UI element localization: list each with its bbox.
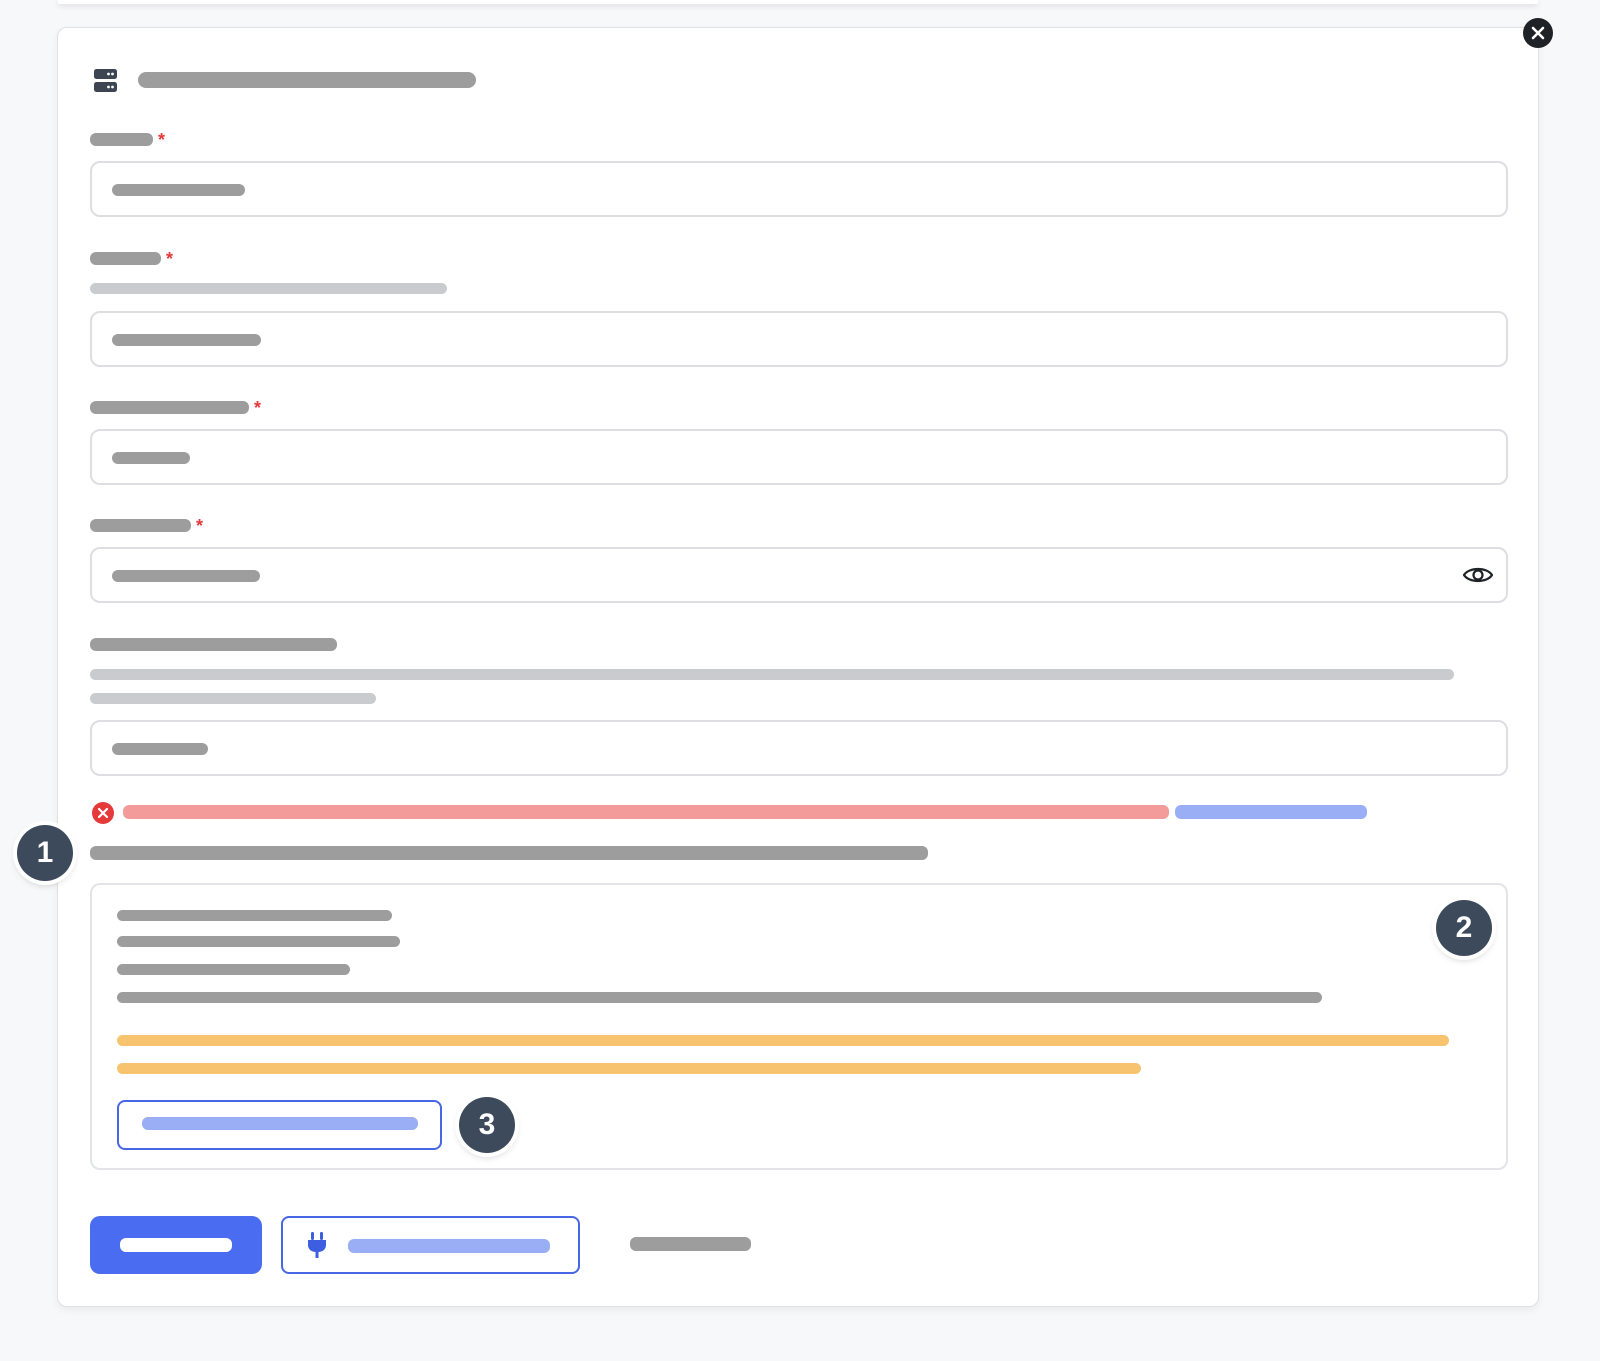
close-button[interactable] <box>1523 18 1553 48</box>
eye-icon[interactable] <box>1462 563 1494 587</box>
field-1-input[interactable] <box>90 161 1508 217</box>
warning-line-2 <box>117 1063 1141 1074</box>
required-marker: * <box>158 130 166 150</box>
field-4-label <box>90 519 191 532</box>
warning-line-1 <box>117 1035 1449 1046</box>
save-button-label <box>120 1238 232 1252</box>
field-3-input[interactable] <box>90 429 1508 485</box>
field-3-value <box>112 452 190 464</box>
annotation-marker-1: 1 <box>17 825 73 881</box>
field-2-input[interactable] <box>90 311 1508 367</box>
error-message-text <box>123 805 1169 819</box>
detail-line-2 <box>117 936 400 947</box>
field-5-label <box>90 638 337 651</box>
test-connection-button[interactable] <box>281 1216 580 1274</box>
save-button[interactable] <box>90 1216 262 1274</box>
required-marker: * <box>254 398 262 418</box>
field-1-label <box>90 133 153 146</box>
close-icon <box>1531 26 1545 40</box>
required-marker: * <box>166 249 174 269</box>
field-5-input[interactable] <box>90 720 1508 776</box>
server-icon <box>94 69 117 92</box>
field-2-help-text <box>90 283 447 294</box>
field-5-help-text-line-1 <box>90 669 1454 680</box>
password-input[interactable] <box>90 547 1508 603</box>
field-5-help-text-line-2 <box>90 693 376 704</box>
background-card-edge <box>58 0 1538 4</box>
test-connection-button-label <box>348 1239 550 1253</box>
error-icon <box>92 802 114 824</box>
annotation-marker-3: 3 <box>459 1097 515 1153</box>
detail-line-3 <box>117 964 350 975</box>
annotation-marker-2: 2 <box>1436 900 1492 956</box>
detail-line-4 <box>117 992 1322 1003</box>
form-title <box>138 72 476 88</box>
detail-line-1 <box>117 910 392 921</box>
troubleshoot-button[interactable] <box>117 1100 442 1150</box>
password-value <box>112 570 260 582</box>
field-1-value <box>112 184 245 196</box>
error-message-link[interactable] <box>1175 805 1367 819</box>
field-2-label <box>90 252 161 265</box>
cancel-link[interactable] <box>630 1237 751 1251</box>
field-2-value <box>112 334 261 346</box>
required-marker: * <box>196 516 204 536</box>
error-detail-heading <box>90 846 928 860</box>
field-5-value <box>112 743 208 755</box>
field-3-label <box>90 401 249 414</box>
plug-icon <box>308 1232 326 1258</box>
troubleshoot-button-label <box>142 1117 418 1130</box>
